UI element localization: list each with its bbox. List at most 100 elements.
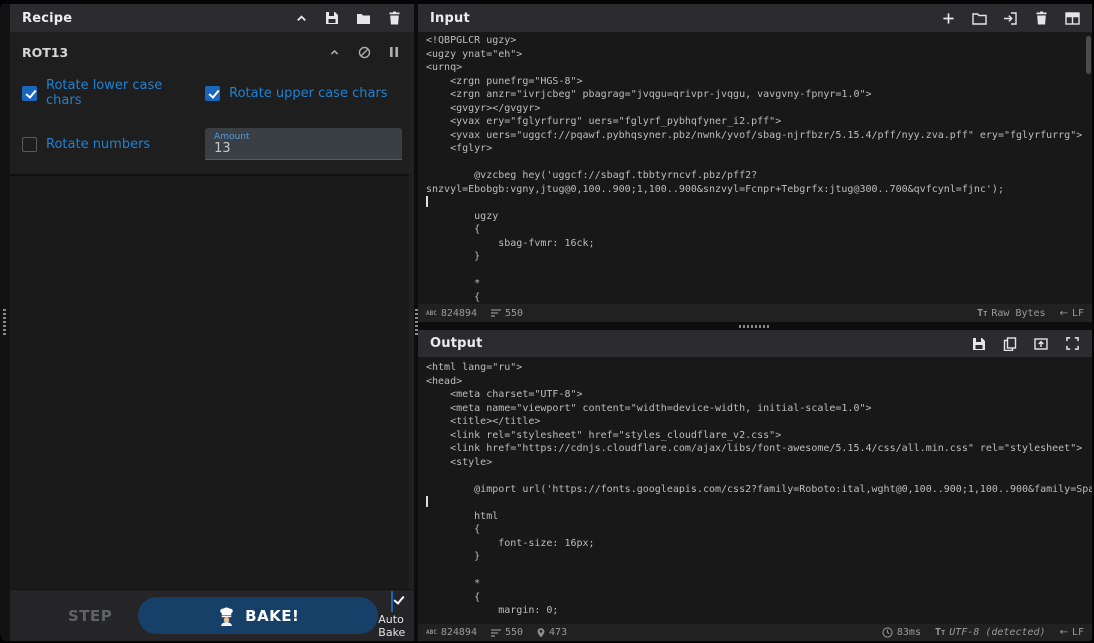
output-title: Output [430,336,483,351]
code-line: } [426,550,1092,564]
open-file-button[interactable] [971,10,987,26]
code-line: snzvyl=Ebobgb:vgny,jtug@0,100..900;1,100… [426,183,1092,197]
clear-input-button[interactable] [1033,10,1049,26]
io-panel: Input <!QBPG [418,4,1092,641]
input-statusbar: ABC 824894 550 TT Raw Bytes ← LF [418,304,1092,322]
arg-rotate-upper-checkbox[interactable]: Rotate upper case chars [205,86,402,101]
input-settings-button[interactable] [1064,10,1080,26]
ban-icon [358,46,371,59]
checkbox-icon [391,591,393,612]
table-icon [1065,12,1080,25]
code-line: @import url('https://fonts.googleapis.co… [426,483,1092,497]
breakpoint-operation-button[interactable] [386,44,402,60]
step-button[interactable]: STEP [68,607,112,625]
operation-header: ROT13 [22,40,402,64]
recipe-title: Recipe [22,11,72,26]
code-line: <meta charset="UTF-8"> [426,388,1092,402]
code-line: <meta name="viewport" content="width=dev… [426,402,1092,416]
code-line [426,196,1092,210]
output-eol-selector[interactable]: ← LF [1060,627,1084,638]
open-input-button[interactable] [1002,10,1018,26]
input-output-splitter[interactable] [418,322,1092,330]
save-icon [972,337,986,351]
splitter-grip-icon [3,309,6,337]
collapse-recipe-button[interactable] [293,10,309,26]
code-line: <yvax uers="uggcf://pqawf.pybhqsyner.pbz… [426,129,1092,143]
recipe-panel: Recipe ROT13 [10,4,414,641]
cyberchef-window: Recipe ROT13 [0,0,1094,643]
output-line-count: 550 [491,627,523,638]
input-scrollbar-thumb[interactable] [1086,36,1091,74]
maximize-output-button[interactable] [1064,336,1080,352]
code-line [426,469,1092,483]
checkbox-icon [205,86,220,101]
code-line: <link href="https://cdnjs.cloudflare.com… [426,442,1092,456]
operations-splitter[interactable] [0,4,10,641]
code-line: { [426,591,1092,605]
disable-operation-button[interactable] [356,44,372,60]
code-line: } [426,250,1092,264]
save-recipe-button[interactable] [324,10,340,26]
characters-icon: ABC [426,310,437,317]
load-recipe-button[interactable] [355,10,371,26]
output-titlebar: Output [418,330,1092,357]
arg-rotate-numbers-checkbox[interactable]: Rotate numbers [22,137,193,152]
trash-icon [1035,11,1048,25]
checkbox-icon [22,137,37,152]
code-line: <link rel="stylesheet" href="styles_clou… [426,429,1092,443]
text-encoding-icon: TT [935,627,945,638]
code-line [426,496,1092,510]
code-line: sbag-fvmr: 16ck; [426,237,1092,251]
code-line: * [426,577,1092,591]
arg-label: Rotate numbers [46,137,150,152]
input-char-count: ABC 824894 [426,308,477,319]
code-line: { [426,291,1092,305]
save-output-button[interactable] [971,336,987,352]
chevron-up-icon [295,12,308,25]
splitter-grip-icon [739,325,771,328]
output-editor[interactable]: <html lang="ru"><head> <meta charset="UT… [418,357,1092,624]
output-encoding-selector[interactable]: TT UTF-8 (detected) [935,627,1046,638]
code-line: <urnq> [426,61,1092,75]
code-line: margin: 0; [426,604,1092,618]
input-encoding-selector[interactable]: TT Raw Bytes [977,308,1045,319]
bake-time: 83ms [882,627,921,638]
auto-bake-label: Auto Bake [378,613,405,639]
code-line: <!QBPGLCR ugzy> [426,34,1092,48]
window-arrow-up-icon [1034,337,1048,350]
eol-arrow-icon: ← [1060,627,1068,638]
code-line: @vzcbeg hey('uggcf://sbagf.tbbtyrncvf.pb… [426,169,1092,183]
input-editor[interactable]: <!QBPGLCR ugzy><ugzy ynat="eh"><urnq> <z… [418,32,1092,304]
code-line: <zrgn anzr="ivrjcbeg" pbagrag="jvqgu=qri… [426,88,1092,102]
code-line: { [426,523,1092,537]
code-line: ugzy [426,210,1092,224]
copy-output-button[interactable] [1002,336,1018,352]
collapse-operation-button[interactable] [326,44,342,60]
code-line: <zrgn punefrg="HGS-8"> [426,75,1092,89]
clear-recipe-button[interactable] [386,10,402,26]
code-line: * [426,277,1092,291]
arg-rotate-lower-checkbox[interactable]: Rotate lower case chars [22,78,193,108]
auto-bake-checkbox[interactable] [391,592,393,611]
text-encoding-icon: TT [977,308,987,319]
bake-button[interactable]: BAKE! [138,597,378,634]
output-char-count: ABC 824894 [426,627,477,638]
location-pin-icon [537,628,545,638]
code-line [426,564,1092,578]
code-line [426,156,1092,170]
input-eol-selector[interactable]: ← LF [1060,308,1084,319]
chef-icon [217,606,236,626]
checkbox-icon [22,86,37,101]
replace-input-button[interactable] [1033,336,1049,352]
operation-rot13[interactable]: ROT13 [10,32,414,176]
sign-in-icon [1003,12,1017,25]
code-line: { [426,223,1092,237]
amount-input[interactable]: Amount 13 [205,128,402,160]
text-cursor [426,496,428,507]
code-line: <head> [426,375,1092,389]
auto-bake-control: Auto Bake [378,592,405,639]
add-input-tab-button[interactable] [940,10,956,26]
recipe-list: ROT13 [10,32,414,589]
plus-icon [942,12,955,25]
folder-icon [972,12,987,25]
